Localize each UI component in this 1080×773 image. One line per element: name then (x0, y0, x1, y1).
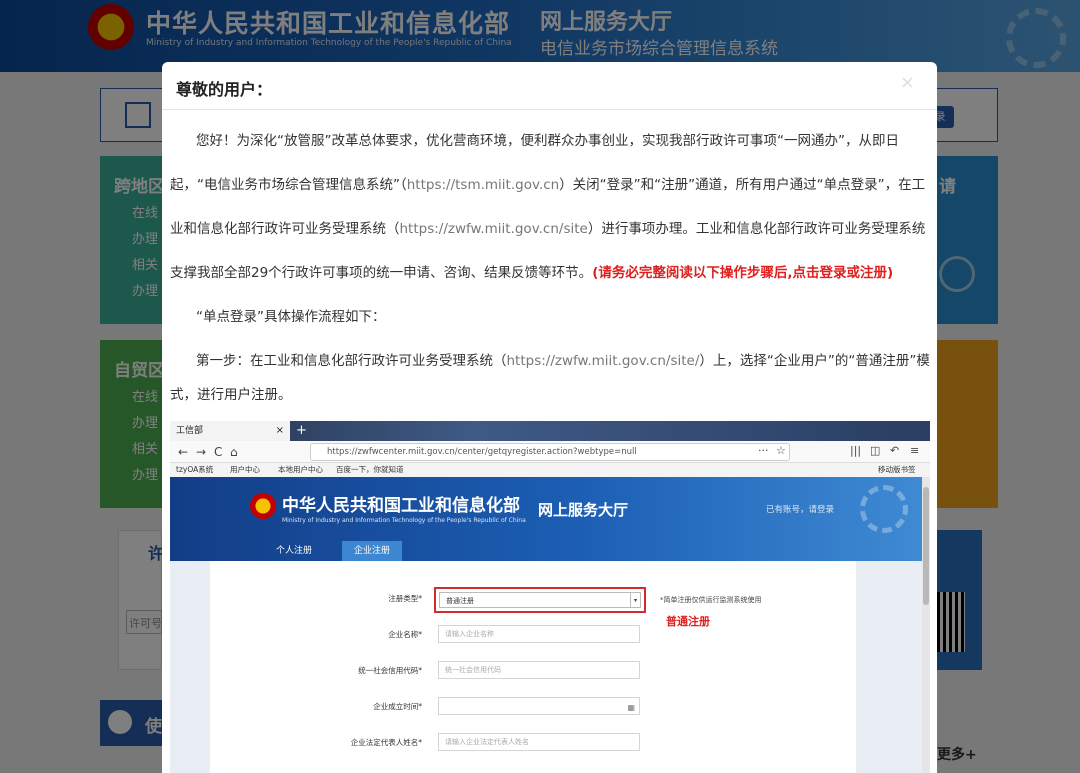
select-box: 普通注册 ▾ (439, 592, 641, 608)
form-row: 企业名称* 请输入企业名称 (210, 625, 856, 645)
banner-login: 已有账号，请登录 (766, 505, 835, 515)
form-label: 注册类型* (388, 594, 422, 603)
library-icon: ||| (850, 444, 862, 457)
browser-tab: 工信部 × (170, 421, 290, 441)
paragraph-line: 式，进行用户注册。 (170, 387, 292, 403)
paragraph-line: 支撑我部全部29个行政许可事项的统一申请、咨询、结果反馈等环节。(请务必完整阅读… (170, 265, 894, 281)
register-form: 注册类型* 普通注册 ▾ *简单注册仅供运行监测系统使用 普通注册 企业名称* … (210, 561, 856, 773)
more-icon: ··· (758, 444, 769, 457)
form-input: 请输入企业法定代表人姓名 (438, 733, 640, 751)
tab-close-icon: × (275, 425, 284, 436)
form-row: 统一社会信用代码* 统一社会信用代码 (210, 661, 856, 681)
address-bar: https://zwfwcenter.miit.gov.cn/center/ge… (310, 443, 790, 461)
paragraph-line: “单点登录”具体操作流程如下： (196, 309, 386, 325)
scroll-thumb (923, 487, 929, 605)
modal-title: 尊敬的用户： (176, 80, 273, 99)
modal-body: 您好！为深化“放管服”改革总体要求，优化营商环境，便利群众办事创业，实现我部行政… (162, 111, 937, 773)
form-row: 企业成立时间* ▦ (210, 697, 856, 717)
form-input: 请输入企业名称 (438, 625, 640, 643)
form-row-register-type: 注册类型* 普通注册 ▾ *简单注册仅供运行监测系统使用 普通注册 (210, 587, 856, 628)
browser-tabbar: 工信部 × + (170, 421, 930, 441)
close-icon[interactable]: × (900, 72, 915, 93)
select-value: 普通注册 (446, 597, 474, 605)
bookmark: 百度一下，你就知道 (336, 465, 404, 474)
reload-icon: C (214, 445, 223, 459)
warning-text: (请务必完整阅读以下操作步骤后,点击登录或注册) (592, 265, 894, 281)
tab-enterprise-register: 企业注册 (342, 541, 403, 561)
gear-icon (860, 485, 908, 533)
bookmark: 移动版书签 (878, 465, 916, 474)
bookmarks-bar: tzyOA系统 用户中心 本地用户中心 百度一下，你就知道 移动版书签 (170, 463, 930, 477)
banner-subtitle: Ministry of Industry and Information Tec… (282, 517, 526, 524)
forward-icon: → (196, 445, 207, 459)
menu-icon: ≡ (910, 444, 920, 457)
back-icon: ← (178, 445, 189, 459)
form-label: 企业法定代表人姓名* (350, 738, 422, 747)
modal-header: 尊敬的用户： × (162, 62, 937, 110)
paragraph-line: 业和信息化部行政许可业务受理系统（https://zwfw.miit.gov.c… (170, 221, 926, 237)
national-emblem-icon (250, 493, 276, 519)
form-label: 统一社会信用代码* (358, 666, 422, 675)
form-row: 企业法定代表人姓名* 请输入企业法定代表人姓名 (210, 733, 856, 753)
new-tab-icon: + (296, 423, 307, 438)
register-note: *简单注册仅供运行监测系统使用 (660, 596, 762, 604)
screenshot-scrollbar (922, 477, 930, 773)
register-type-select: 普通注册 ▾ (434, 587, 646, 613)
sidebar-icon: ◫ (870, 444, 881, 457)
form-label: 企业成立时间* (373, 702, 422, 711)
tab-title: 工信部 (176, 426, 204, 436)
paragraph-line: 起，“电信业务市场综合管理信息系统”（https://tsm.miit.gov.… (170, 177, 926, 193)
url-link[interactable]: https://tsm.miit.gov.cn (407, 177, 559, 193)
banner-hall: 网上服务大厅 (538, 501, 629, 519)
register-tabs: 个人注册 企业注册 (170, 541, 922, 561)
bookmark: 本地用户中心 (278, 465, 323, 474)
home-icon: ⌂ (230, 445, 238, 459)
form-label: 企业名称* (388, 630, 422, 639)
screenshot-page: 中华人民共和国工业和信息化部 Ministry of Industry and … (170, 477, 922, 773)
bookmark: tzyOA系统 (176, 465, 214, 474)
star-icon: ☆ (776, 444, 786, 457)
url-link[interactable]: https://zwfw.miit.gov.cn/site/ (507, 353, 700, 369)
bookmark: 用户中心 (230, 465, 260, 474)
chevron-down-icon: ▾ (630, 593, 640, 607)
calendar-icon: ▦ (627, 703, 635, 712)
form-input: 统一社会信用代码 (438, 661, 640, 679)
embedded-screenshot: 工信部 × + ← → C ⌂ https://zwfwcenter.miit.… (170, 421, 930, 773)
tab-personal-register: 个人注册 (276, 546, 313, 556)
url-link[interactable]: https://zwfw.miit.gov.cn/site (400, 221, 588, 237)
paragraph-line: 您好！为深化“放管服”改革总体要求，优化营商环境，便利群众办事创业，实现我部行政… (196, 133, 899, 149)
notice-modal: 尊敬的用户： × 您好！为深化“放管服”改革总体要求，优化营商环境，便利群众办事… (162, 62, 937, 773)
screenshot-banner: 中华人民共和国工业和信息化部 Ministry of Industry and … (170, 477, 922, 561)
form-input: ▦ (438, 697, 640, 715)
browser-navbar: ← → C ⌂ https://zwfwcenter.miit.gov.cn/c… (170, 441, 930, 463)
undo-icon: ↶ (890, 444, 900, 457)
banner-title: 中华人民共和国工业和信息化部 (282, 496, 520, 516)
